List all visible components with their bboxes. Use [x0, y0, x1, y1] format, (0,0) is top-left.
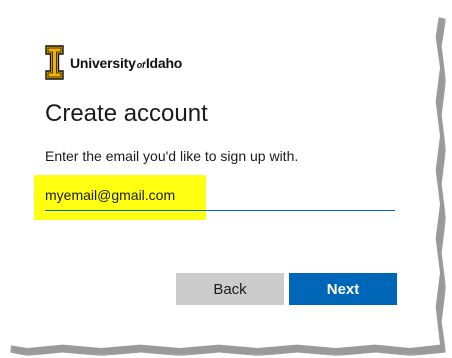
university-of-idaho-i-logo-icon — [45, 45, 64, 80]
back-button[interactable]: Back — [176, 273, 284, 305]
page-title: Create account — [45, 100, 208, 127]
wordmark-idaho: Idaho — [145, 54, 183, 71]
wordmark-of: of — [136, 59, 145, 70]
university-logo: University of Idaho — [45, 45, 182, 80]
email-input[interactable] — [45, 180, 395, 211]
next-button[interactable]: Next — [289, 273, 397, 305]
page-subtitle: Enter the email you'd like to sign up wi… — [45, 148, 299, 164]
wordmark-university: University — [70, 54, 136, 71]
university-wordmark: University of Idaho — [70, 55, 182, 71]
